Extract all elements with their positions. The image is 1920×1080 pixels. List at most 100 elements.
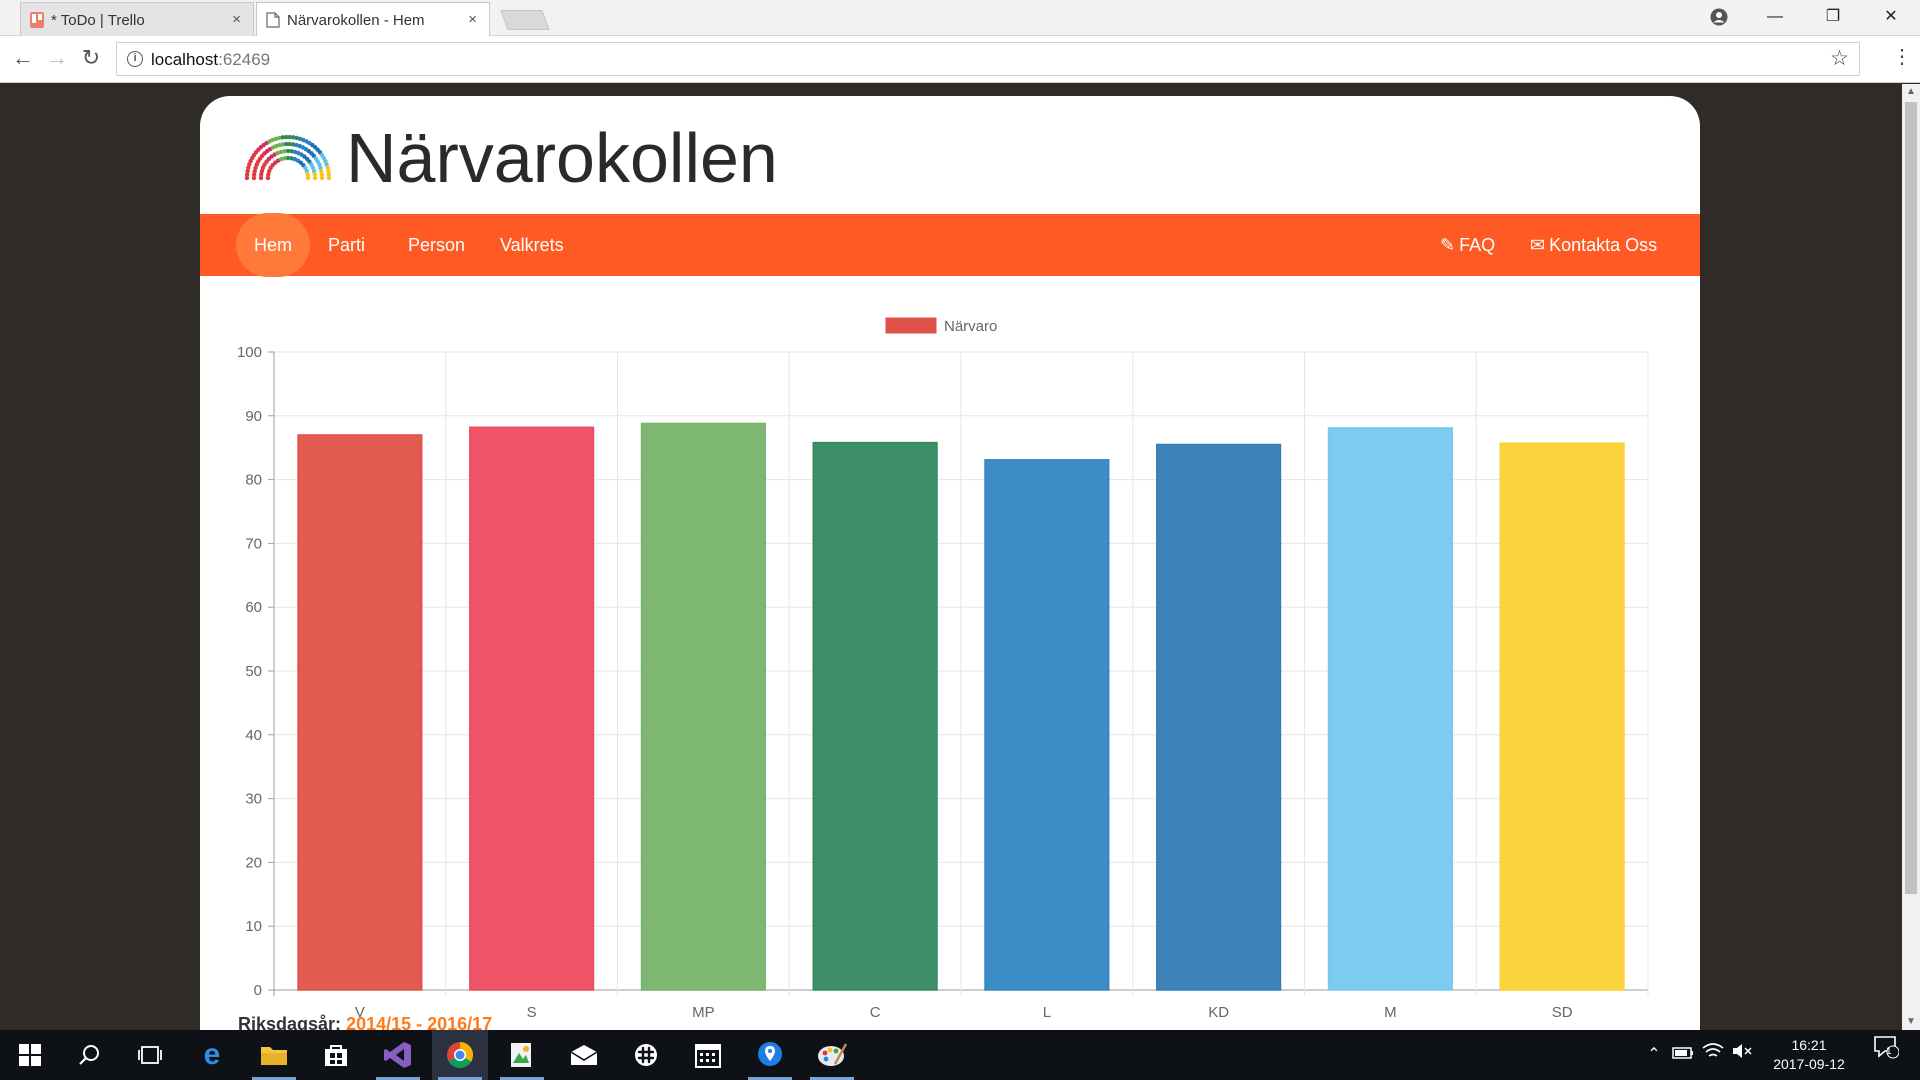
nav-person[interactable]: Person [390, 214, 483, 276]
close-window-button[interactable]: ✕ [1862, 0, 1920, 36]
address-bar: ← → ↻ i localhost:62469 ☆ ⋮ [0, 36, 1920, 83]
store-icon[interactable] [308, 1030, 364, 1080]
notification-count: 1 [1886, 1046, 1892, 1057]
volume-muted-icon[interactable] [1730, 1030, 1756, 1080]
search-icon[interactable] [62, 1030, 118, 1080]
main-navbar: Hem Parti Person Valkrets ✎ FAQ ✉ Kontakta… [200, 213, 1700, 277]
bar-m [1327, 427, 1453, 991]
x-tick-label: M [1384, 1004, 1397, 1021]
nav-hem[interactable]: Hem [236, 213, 311, 277]
show-hidden-icons-icon[interactable]: ⌃ [1642, 1030, 1666, 1080]
legend-swatch [885, 317, 937, 334]
url-text: localhost:62469 [151, 50, 270, 70]
riksdagsar-value[interactable]: 2014/15 - 2016/17 [346, 1014, 492, 1030]
y-tick-label: 80 [245, 472, 262, 489]
tab-title: Närvarokollen - Hem [287, 12, 425, 29]
page-favicon-icon [266, 12, 280, 28]
parliament-logo-icon [244, 134, 332, 181]
pencil-icon: ✎ [1440, 235, 1456, 255]
nav-valkrets[interactable]: Valkrets [482, 214, 582, 276]
nav-faq-label: FAQ [1459, 235, 1496, 255]
tab-close-icon[interactable]: × [232, 11, 241, 28]
nav-kontakta-oss[interactable]: ✉ Kontakta Oss [1512, 214, 1675, 276]
page-viewport: Närvarokollen Hem Parti Person Valkrets … [0, 84, 1902, 1030]
site-title: Närvarokollen [346, 119, 778, 197]
x-tick-label: C [870, 1004, 881, 1021]
nav-contact-label: Kontakta Oss [1549, 235, 1658, 255]
url-input[interactable]: i localhost:62469 ☆ [116, 42, 1860, 76]
bar-mp [640, 422, 766, 991]
chrome-icon[interactable] [432, 1030, 488, 1080]
bar-v [297, 434, 423, 991]
scroll-up-icon[interactable]: ▲ [1902, 84, 1920, 100]
browser-tab-strip: * ToDo | Trello × Närvarokollen - Hem × … [0, 0, 1920, 37]
attendance-bar-chart: 0102030405060708090100V S MP C L KD M SDNärvaro [237, 317, 1649, 1021]
windows-taskbar: e ⌃ 16:21 2017-09-12 1 [0, 1030, 1920, 1080]
bar-l [984, 459, 1110, 991]
start-windows-icon[interactable] [2, 1030, 58, 1080]
mail-icon[interactable] [556, 1030, 612, 1080]
url-host: localhost [151, 50, 219, 69]
x-tick-label: SD [1552, 1004, 1573, 1021]
site-info-icon[interactable]: i [127, 51, 143, 67]
nav-parti[interactable]: Parti [310, 214, 383, 276]
image-editor-icon[interactable] [494, 1030, 550, 1080]
maximize-button[interactable]: ❐ [1804, 0, 1862, 36]
y-tick-label: 0 [254, 982, 262, 999]
y-tick-label: 60 [245, 599, 262, 616]
x-tick-label: MP [692, 1004, 715, 1021]
bookmark-star-icon[interactable]: ☆ [1830, 46, 1849, 71]
reload-button[interactable]: ↻ [76, 44, 106, 74]
slack-icon[interactable] [618, 1030, 674, 1080]
profile-icon[interactable] [1690, 0, 1748, 36]
url-port: :62469 [218, 50, 271, 69]
page-card: Närvarokollen Hem Parti Person Valkrets … [200, 96, 1700, 1030]
paint-icon[interactable] [804, 1030, 860, 1080]
y-tick-label: 20 [245, 854, 262, 871]
forward-button[interactable]: → [42, 44, 72, 74]
bar-kd [1156, 443, 1282, 991]
visual-studio-icon[interactable] [370, 1030, 426, 1080]
file-explorer-icon[interactable] [246, 1030, 302, 1080]
trello-favicon-icon [30, 12, 44, 28]
y-tick-label: 50 [245, 663, 262, 680]
bar-sd [1499, 442, 1625, 991]
page-scrollbar[interactable]: ▲ ▼ [1902, 84, 1920, 1030]
x-tick-label: L [1043, 1004, 1051, 1021]
nav-faq[interactable]: ✎ FAQ [1422, 214, 1513, 276]
new-tab-button[interactable] [500, 10, 550, 30]
action-center-icon[interactable]: 1 [1866, 1030, 1906, 1080]
bar-c [812, 441, 938, 991]
scrollbar-thumb[interactable] [1905, 102, 1917, 894]
legend-label: Närvaro [944, 318, 997, 335]
y-tick-label: 10 [245, 918, 262, 935]
wifi-icon[interactable] [1700, 1030, 1726, 1080]
tab-narvarokollen[interactable]: Närvarokollen - Hem × [256, 2, 490, 37]
tab-title: * ToDo | Trello [51, 12, 145, 29]
clock-date: 2017-09-12 [1773, 1056, 1845, 1072]
y-tick-label: 90 [245, 408, 262, 425]
task-view-icon[interactable] [122, 1030, 178, 1080]
y-tick-label: 70 [245, 535, 262, 552]
scroll-down-icon[interactable]: ▼ [1902, 1014, 1920, 1030]
bar-s [469, 426, 595, 991]
y-tick-label: 40 [245, 727, 262, 744]
riksdagsar-label: Riksdagsår: [238, 1014, 342, 1030]
maps-icon[interactable] [742, 1030, 798, 1080]
y-tick-label: 100 [237, 344, 262, 361]
taskbar-clock[interactable]: 16:21 2017-09-12 [1766, 1036, 1852, 1074]
x-tick-label: KD [1208, 1004, 1229, 1021]
tab-close-icon[interactable]: × [468, 11, 477, 28]
battery-icon[interactable] [1670, 1030, 1696, 1080]
minimize-button[interactable]: — [1746, 0, 1804, 36]
back-button[interactable]: ← [8, 44, 38, 74]
y-tick-label: 30 [245, 791, 262, 808]
envelope-icon: ✉ [1530, 235, 1546, 255]
edge-browser-icon[interactable]: e [184, 1030, 240, 1080]
browser-menu-icon[interactable]: ⋮ [1892, 44, 1912, 69]
clock-time: 16:21 [1791, 1037, 1827, 1053]
riksdagsar-note: Riksdagsår: 2014/15 - 2016/17 [238, 1014, 492, 1030]
tab-trello[interactable]: * ToDo | Trello × [20, 2, 254, 36]
calendar-icon[interactable] [680, 1030, 736, 1080]
x-tick-label: S [527, 1004, 537, 1021]
